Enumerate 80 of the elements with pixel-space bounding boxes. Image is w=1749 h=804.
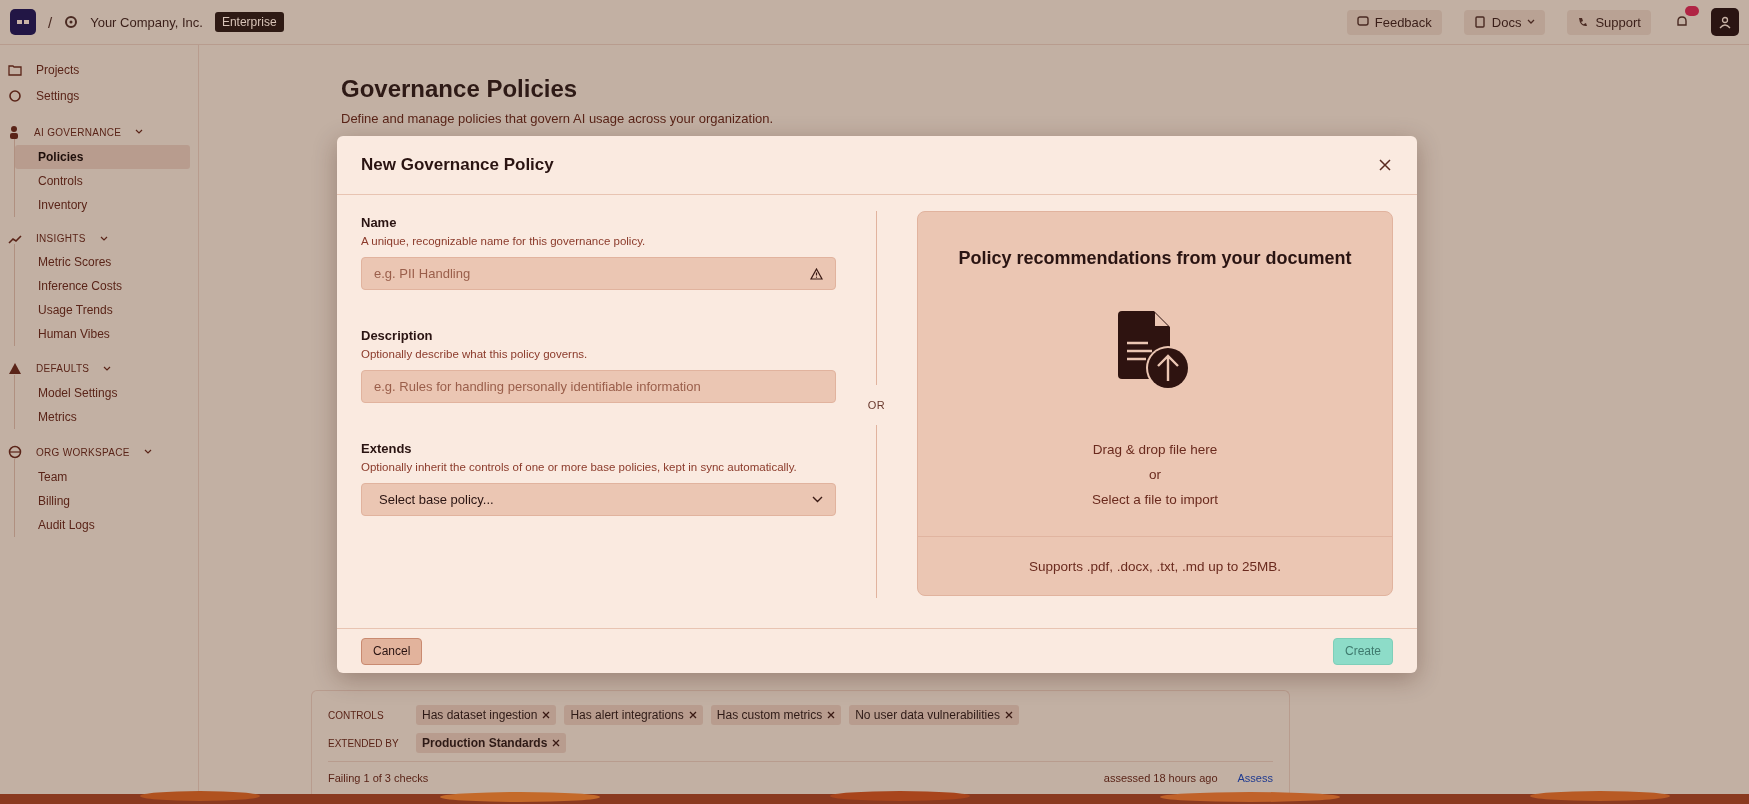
sidebar-section-header[interactable]: DEFAULTS — [8, 362, 190, 375]
toolbar-button[interactable]: Docs — [1463, 9, 1546, 35]
breadcrumb-separator: / — [48, 13, 53, 31]
sidebar-item[interactable]: Team — [15, 465, 190, 489]
globe-icon — [8, 445, 22, 459]
sidebar-section-header[interactable]: INSIGHTS — [8, 233, 190, 244]
book-icon — [1473, 16, 1486, 28]
control-tag[interactable]: Has custom metrics — [710, 705, 842, 725]
control-tag[interactable]: Has alert integrations — [564, 705, 703, 725]
folder-icon — [8, 64, 22, 76]
close-icon[interactable] — [688, 711, 697, 719]
file-drop-zone[interactable]: Policy recommendations from your document Drag & drop file here or Select a file to import Supports .pdf, .docx, .txt, .md up to 25MB. — [917, 211, 1393, 596]
settings-icon — [8, 89, 22, 103]
page-subtitle: Define and manage policies that govern AI usage across your organization. — [341, 111, 775, 126]
sidebar-item[interactable]: Model Settings — [15, 381, 190, 405]
sidebar-section-header[interactable]: ORG WORKSPACE — [8, 445, 190, 459]
close-icon[interactable] — [1377, 157, 1393, 173]
select-file-link[interactable]: Select a file to import — [1091, 487, 1219, 512]
chevron-icon — [143, 449, 152, 455]
chevron-icon — [103, 365, 112, 372]
close-icon[interactable] — [542, 711, 551, 719]
field-label: Description — [361, 328, 434, 343]
or-divider-label: OR — [867, 398, 886, 411]
bell-icon[interactable] — [1675, 15, 1689, 29]
sidebar-section-header[interactable]: AI GOVERNANCE — [8, 125, 190, 139]
logo-icon[interactable] — [10, 9, 36, 35]
trend-icon — [8, 233, 22, 244]
phone-icon — [1577, 16, 1590, 28]
field-help: Optionally describe what this policy governs. — [361, 348, 589, 360]
avatar-icon[interactable] — [1711, 8, 1739, 36]
select-dropdown[interactable]: Select base policy... — [361, 483, 836, 516]
cancel-button[interactable]: Cancel — [361, 637, 423, 665]
chevron-icon — [812, 496, 823, 503]
field-help: Optionally inherit the controls of one or more base policies, kept in sync automatically. — [361, 461, 798, 473]
sidebar-item[interactable]: Metrics — [15, 405, 190, 429]
sidebar-item[interactable]: Policies — [15, 145, 190, 169]
check-status: Failing 1 of 3 checks — [328, 772, 429, 784]
dialog-title: New Governance Policy — [361, 155, 554, 175]
control-tag[interactable]: No user data vulnerabilities — [849, 705, 1019, 725]
warning-icon — [810, 268, 823, 280]
field-help: A unique, recognizable name for this governance policy. — [361, 235, 647, 247]
extended-by-label: EXTENDED BY — [328, 737, 400, 749]
input-field[interactable]: e.g. Rules for handling personally identifiable information — [361, 370, 836, 403]
policy-tag[interactable]: Production Standards — [416, 733, 567, 753]
sidebar-item[interactable]: Usage Trends — [15, 298, 190, 322]
assess-link[interactable]: Assess — [1237, 772, 1273, 784]
close-icon[interactable] — [827, 711, 836, 719]
drop-zone-title: Policy recommendations from your document — [958, 248, 1352, 269]
sidebar-item[interactable]: Billing — [15, 489, 190, 513]
field-label: Extends — [361, 441, 413, 456]
sidebar-item[interactable]: Projects — [8, 57, 190, 83]
input-field[interactable]: e.g. PII Handling — [361, 257, 836, 290]
drop-instruction: Drag & drop file here — [1092, 441, 1218, 459]
toolbar-button[interactable]: Feedback — [1346, 9, 1442, 35]
close-icon[interactable] — [1004, 711, 1013, 719]
sidebar-item[interactable]: Inference Costs — [15, 274, 190, 298]
control-tag[interactable]: Has dataset ingestion — [416, 705, 557, 725]
close-icon[interactable] — [552, 739, 561, 747]
plan-badge: Enterprise — [214, 12, 284, 32]
sidebar-item[interactable]: Audit Logs — [15, 513, 190, 537]
toolbar-button[interactable]: Support — [1567, 9, 1651, 35]
organization-name[interactable]: Your Company, Inc. — [90, 14, 203, 30]
sidebar-item[interactable]: Human Vibes — [15, 322, 190, 346]
controls-label: CONTROLS — [328, 709, 385, 721]
sidebar-item[interactable]: Settings — [8, 83, 190, 109]
sidebar-item[interactable]: Inventory — [15, 193, 190, 217]
chevron-icon — [135, 129, 144, 135]
sidebar-item[interactable]: Controls — [15, 169, 190, 193]
or-text: or — [1149, 466, 1161, 484]
chat-icon — [1356, 16, 1369, 28]
sidebar-item[interactable]: Metric Scores — [15, 250, 190, 274]
caret-icon — [1527, 19, 1536, 25]
person-icon — [8, 125, 20, 139]
assessed-time: assessed 18 hours ago — [1103, 772, 1218, 784]
chevron-icon — [99, 235, 108, 242]
warning-icon — [8, 362, 22, 375]
settings-icon[interactable] — [64, 15, 79, 29]
page-title: Governance Policies — [341, 75, 579, 103]
field-label: Name — [361, 215, 398, 230]
supported-formats-note: Supports .pdf, .docx, .txt, .md up to 25MB. — [1027, 557, 1283, 576]
